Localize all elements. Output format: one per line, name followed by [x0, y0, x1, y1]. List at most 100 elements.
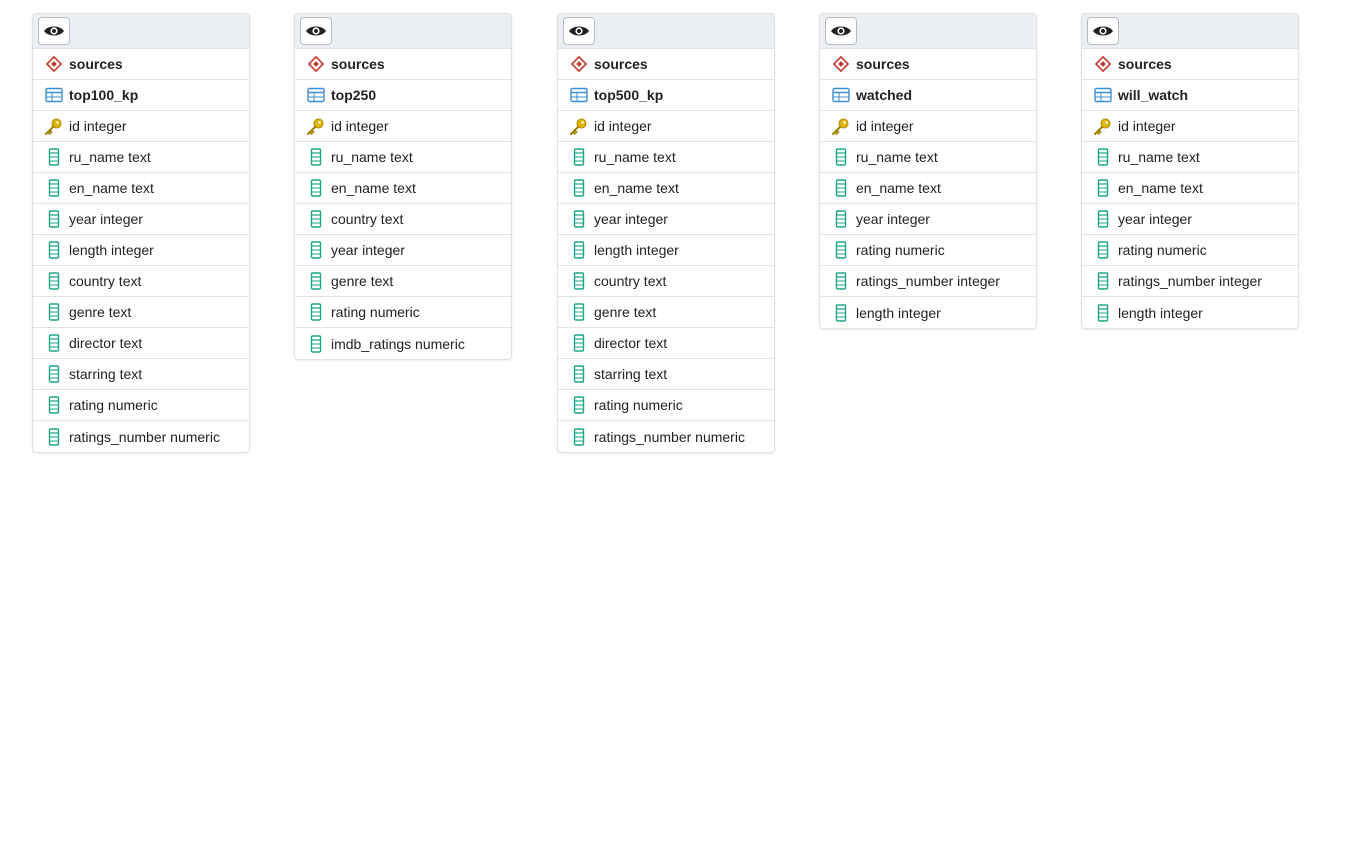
table-card-top100-kp[interactable]: sources top100_kp id integer ru_name text en…	[32, 13, 250, 453]
column-row[interactable]: en_name text	[820, 173, 1036, 204]
column-row-label: rating numeric	[69, 397, 158, 413]
eye-icon[interactable]	[38, 17, 70, 45]
table-card-will-watch[interactable]: sources will_watch id integer ru_name text e…	[1081, 13, 1299, 329]
column-icon	[306, 210, 325, 229]
column-row[interactable]: starring text	[33, 359, 249, 390]
eye-icon[interactable]	[300, 17, 332, 45]
column-row-label: country text	[69, 273, 142, 289]
column-row[interactable]: en_name text	[1082, 173, 1298, 204]
column-row[interactable]: year integer	[558, 204, 774, 235]
column-row[interactable]: ru_name text	[295, 142, 511, 173]
schema-icon	[569, 55, 588, 74]
column-row[interactable]: en_name text	[295, 173, 511, 204]
column-row[interactable]: en_name text	[558, 173, 774, 204]
primary-key-icon	[306, 117, 325, 136]
primary-key-column[interactable]: id integer	[295, 111, 511, 142]
column-row[interactable]: genre text	[558, 297, 774, 328]
column-row[interactable]: ratings_number numeric	[33, 421, 249, 452]
column-row-label: rating numeric	[1118, 242, 1207, 258]
column-row-label: country text	[331, 211, 404, 227]
column-row[interactable]: rating numeric	[820, 235, 1036, 266]
column-icon	[831, 148, 850, 167]
schema-name: sources	[33, 49, 249, 80]
column-row[interactable]: imdb_ratings numeric	[295, 328, 511, 359]
column-row-label: en_name text	[856, 180, 941, 196]
column-icon	[44, 241, 63, 260]
table-name: top250	[295, 80, 511, 111]
column-row-label: year integer	[856, 211, 930, 227]
column-row[interactable]: ratings_number numeric	[558, 421, 774, 452]
column-row[interactable]: year integer	[33, 204, 249, 235]
column-row[interactable]: ru_name text	[820, 142, 1036, 173]
column-row[interactable]: rating numeric	[295, 297, 511, 328]
primary-key-column[interactable]: id integer	[558, 111, 774, 142]
column-row[interactable]: country text	[558, 266, 774, 297]
column-row-label: country text	[594, 273, 667, 289]
column-icon	[44, 272, 63, 291]
column-row[interactable]: year integer	[295, 235, 511, 266]
eye-icon[interactable]	[563, 17, 595, 45]
column-icon	[44, 334, 63, 353]
column-row[interactable]: year integer	[820, 204, 1036, 235]
column-row[interactable]: en_name text	[33, 173, 249, 204]
table-icon	[831, 86, 850, 105]
column-row[interactable]: length integer	[1082, 297, 1298, 328]
column-icon	[306, 179, 325, 198]
column-row[interactable]: country text	[33, 266, 249, 297]
column-row[interactable]: genre text	[33, 297, 249, 328]
primary-key-column-label: id integer	[856, 118, 914, 134]
schema-name-label: sources	[856, 56, 910, 72]
table-card-top250[interactable]: sources top250 id integer ru_name text en_na…	[294, 13, 512, 360]
schema-icon	[306, 55, 325, 74]
column-icon	[569, 210, 588, 229]
primary-key-column[interactable]: id integer	[820, 111, 1036, 142]
column-row[interactable]: director text	[33, 328, 249, 359]
column-row-label: ru_name text	[1118, 149, 1200, 165]
table-card-top500-kp[interactable]: sources top500_kp id integer ru_name text en…	[557, 13, 775, 453]
eye-icon[interactable]	[1087, 17, 1119, 45]
table-card-header	[33, 14, 249, 49]
eye-icon[interactable]	[825, 17, 857, 45]
column-row-label: ratings_number integer	[1118, 273, 1262, 289]
column-row-label: ru_name text	[331, 149, 413, 165]
column-row[interactable]: ratings_number integer	[1082, 266, 1298, 297]
column-row[interactable]: genre text	[295, 266, 511, 297]
column-row-label: en_name text	[69, 180, 154, 196]
column-row-label: length integer	[594, 242, 679, 258]
table-icon	[1093, 86, 1112, 105]
column-row[interactable]: length integer	[558, 235, 774, 266]
column-icon	[831, 241, 850, 260]
column-icon	[831, 303, 850, 322]
column-row[interactable]: country text	[295, 204, 511, 235]
column-row[interactable]: ru_name text	[558, 142, 774, 173]
column-row[interactable]: rating numeric	[1082, 235, 1298, 266]
column-row[interactable]: starring text	[558, 359, 774, 390]
column-row-label: ru_name text	[856, 149, 938, 165]
column-row[interactable]: ru_name text	[1082, 142, 1298, 173]
schema-name-label: sources	[69, 56, 123, 72]
column-row[interactable]: year integer	[1082, 204, 1298, 235]
column-row[interactable]: director text	[558, 328, 774, 359]
column-row-label: year integer	[69, 211, 143, 227]
column-icon	[831, 179, 850, 198]
column-icon	[306, 241, 325, 260]
column-row-label: ratings_number integer	[856, 273, 1000, 289]
primary-key-column-label: id integer	[331, 118, 389, 134]
column-row[interactable]: length integer	[820, 297, 1036, 328]
column-row[interactable]: rating numeric	[33, 390, 249, 421]
column-row[interactable]: ratings_number integer	[820, 266, 1036, 297]
column-row[interactable]: length integer	[33, 235, 249, 266]
column-row[interactable]: ru_name text	[33, 142, 249, 173]
table-card-watched[interactable]: sources watched id integer ru_name text en_n…	[819, 13, 1037, 329]
table-name-label: will_watch	[1118, 87, 1189, 103]
schema-icon	[831, 55, 850, 74]
column-row[interactable]: rating numeric	[558, 390, 774, 421]
column-icon	[1093, 272, 1112, 291]
primary-key-column[interactable]: id integer	[1082, 111, 1298, 142]
primary-key-column-label: id integer	[1118, 118, 1176, 134]
column-icon	[306, 272, 325, 291]
column-row-label: length integer	[1118, 304, 1203, 321]
column-row-label: rating numeric	[856, 242, 945, 258]
column-icon	[44, 303, 63, 322]
primary-key-column[interactable]: id integer	[33, 111, 249, 142]
